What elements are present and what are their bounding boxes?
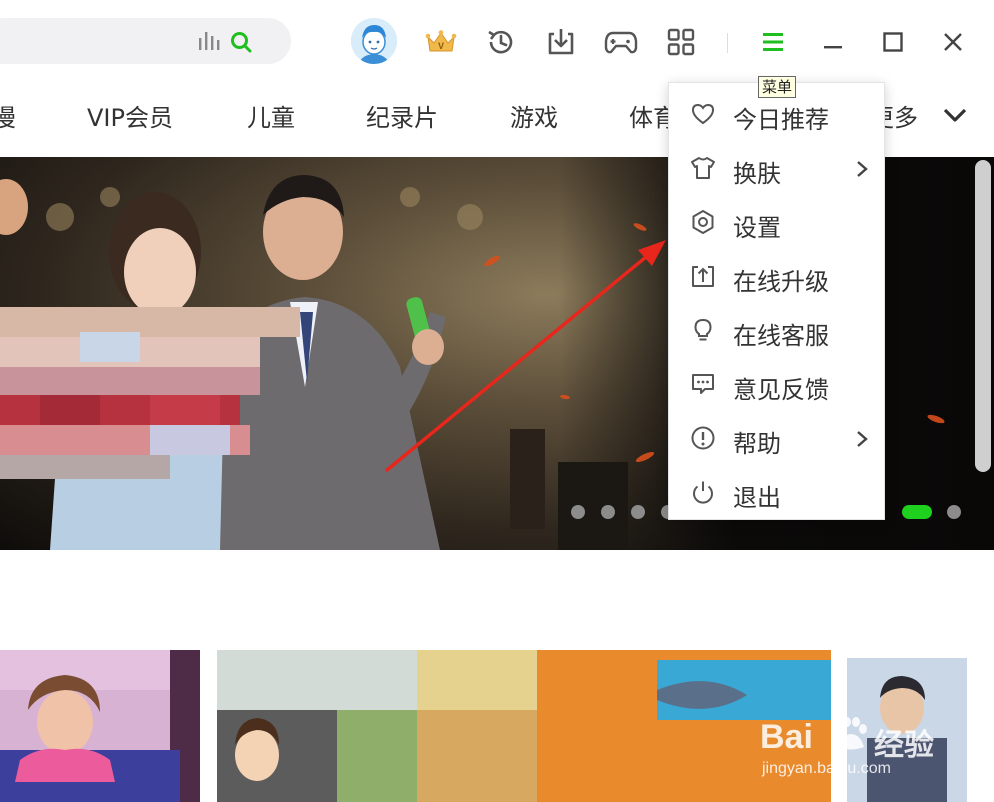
chevron-right-icon <box>857 161 868 177</box>
menu-item-label: 帮助 <box>733 430 781 458</box>
menu-item-skin[interactable]: 换肤 <box>669 142 886 196</box>
nav-item-anime[interactable]: 漫 <box>0 98 16 133</box>
lightbulb-icon <box>694 318 712 341</box>
menu-item-label: 设置 <box>733 214 781 242</box>
power-icon <box>693 481 713 504</box>
gear-icon <box>692 210 714 234</box>
svg-text:V: V <box>438 41 444 51</box>
minimize-icon[interactable] <box>816 24 850 60</box>
menu-tooltip: 菜单 <box>758 76 797 98</box>
menu-item-label: 换肤 <box>733 160 781 188</box>
main-menu-dropdown: 今日推荐 换肤 设置 在线升级 在线客服 意见反馈 帮助 退出 <box>668 82 885 520</box>
nav-item-kids[interactable]: 儿童 <box>247 98 295 133</box>
baidu-paw-icon <box>835 717 867 750</box>
video-thumbnail[interactable] <box>0 650 200 802</box>
menu-icon[interactable] <box>756 24 790 60</box>
nav-item-vip[interactable]: VIP会员 <box>87 98 173 133</box>
menu-item-help[interactable]: 帮助 <box>669 412 886 466</box>
upgrade-icon <box>692 266 714 287</box>
nav-item-games[interactable]: 游戏 <box>510 98 558 133</box>
menu-item-exit[interactable]: 退出 <box>669 466 886 520</box>
watermark-brand-cn: 经验 <box>874 729 934 762</box>
video-thumbnail[interactable] <box>217 650 831 802</box>
baidu-jingyan-watermark: Bai 经验 jingyan.baidu.com <box>760 690 960 780</box>
vip-crown-icon[interactable]: V <box>424 24 458 60</box>
search-box[interactable] <box>0 18 291 64</box>
heart-icon <box>691 103 715 125</box>
feedback-icon <box>692 374 714 394</box>
gamepad-icon[interactable] <box>604 24 638 60</box>
watermark-brand: Bai <box>760 718 813 756</box>
carousel-dot[interactable] <box>947 505 961 519</box>
toolbar-divider <box>727 33 728 53</box>
top-bar: V <box>0 0 994 86</box>
shirt-icon <box>691 157 715 179</box>
thumbnail-artwork <box>0 650 200 802</box>
nav-item-documentary[interactable]: 纪录片 <box>366 98 438 133</box>
user-avatar[interactable] <box>351 18 397 64</box>
close-icon[interactable] <box>936 24 970 60</box>
menu-item-label: 今日推荐 <box>733 106 829 134</box>
menu-item-label: 退出 <box>733 484 781 512</box>
carousel-dot[interactable] <box>571 505 585 519</box>
scrollbar-thumb[interactable] <box>975 160 991 472</box>
voice-search-icon[interactable] <box>198 32 220 50</box>
apps-grid-icon[interactable] <box>664 24 698 60</box>
menu-item-label: 意见反馈 <box>733 376 829 404</box>
search-icon[interactable] <box>229 30 253 54</box>
maximize-icon[interactable] <box>876 24 910 60</box>
menu-item-online-upgrade[interactable]: 在线升级 <box>669 250 886 304</box>
menu-item-label: 在线客服 <box>733 322 829 350</box>
menu-item-feedback[interactable]: 意见反馈 <box>669 358 886 412</box>
carousel-dot[interactable] <box>601 505 615 519</box>
menu-item-label: 在线升级 <box>733 268 829 296</box>
download-icon[interactable] <box>544 24 578 60</box>
watermark-url: jingyan.baidu.com <box>762 760 891 777</box>
avatar-icon <box>351 18 397 64</box>
chevron-right-icon <box>857 431 868 447</box>
carousel-dot[interactable] <box>631 505 645 519</box>
menu-item-settings[interactable]: 设置 <box>669 196 886 250</box>
history-icon[interactable] <box>484 24 518 60</box>
menu-item-online-service[interactable]: 在线客服 <box>669 304 886 358</box>
carousel-dot-active[interactable] <box>902 505 932 519</box>
help-icon <box>691 426 715 450</box>
chevron-down-icon[interactable] <box>942 106 968 126</box>
thumbnail-artwork <box>217 650 831 802</box>
